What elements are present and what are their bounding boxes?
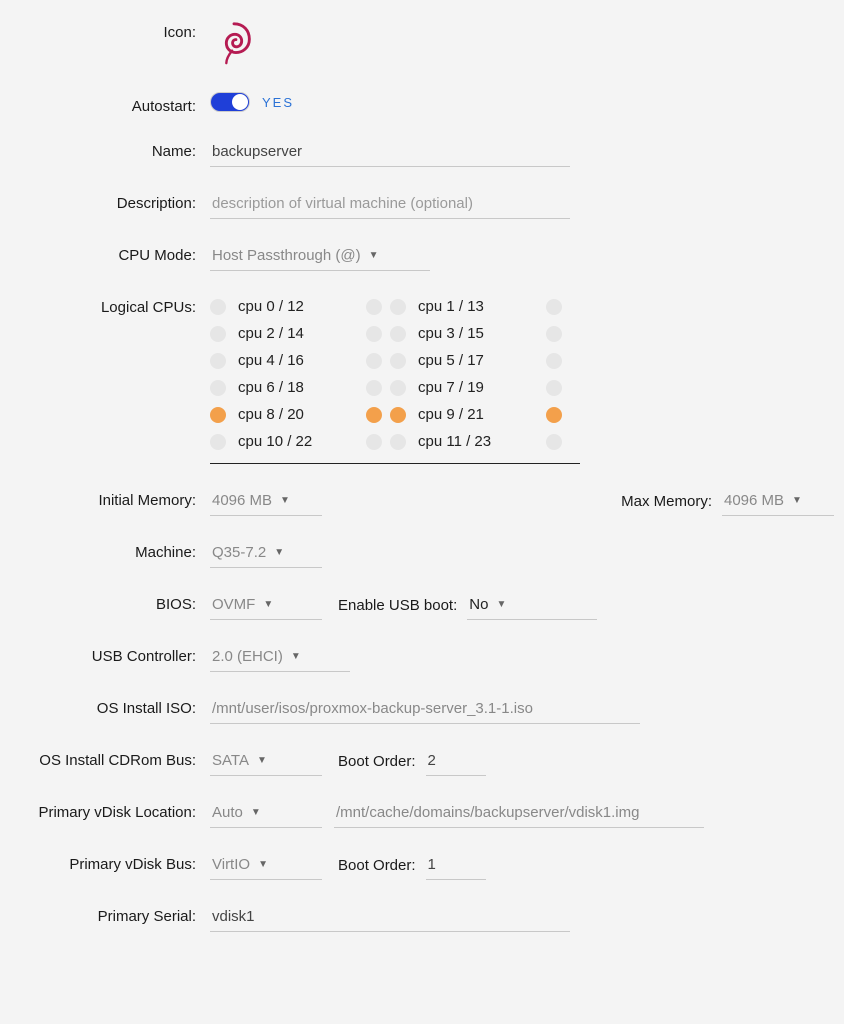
os-install-iso-label: OS Install ISO: (10, 694, 210, 717)
primary-vdisk-path-input[interactable] (334, 798, 704, 828)
debian-swirl-icon[interactable] (210, 18, 258, 70)
cpu-indicator-icon (390, 434, 406, 450)
cpu-toggle[interactable]: cpu 7 / 19 (390, 379, 570, 396)
primary-vdisk-location-select[interactable]: Auto ▼ (210, 798, 322, 828)
usb-controller-select[interactable]: 2.0 (EHCI) ▼ (210, 642, 350, 672)
cpu-indicator-icon (210, 380, 226, 396)
cpu-indicator-icon (546, 407, 562, 423)
enable-usb-boot-select[interactable]: No ▼ (467, 590, 597, 620)
initial-memory-label: Initial Memory: (10, 486, 210, 509)
cdrom-boot-order-label: Boot Order: (338, 753, 416, 770)
cpu-label: cpu 6 / 18 (238, 379, 304, 396)
max-memory-label: Max Memory: (621, 493, 712, 510)
cpu-indicator-icon (210, 299, 226, 315)
primary-vdisk-bus-label: Primary vDisk Bus: (10, 850, 210, 873)
primary-vdisk-location-label: Primary vDisk Location: (10, 798, 210, 821)
cpu-toggle[interactable]: cpu 4 / 16 (210, 352, 390, 369)
cpu-grid: cpu 0 / 12 cpu 1 / 13 cpu 2 / 14 cpu 3 / 15… (210, 293, 580, 464)
cpu-indicator-icon (390, 353, 406, 369)
cpu-toggle[interactable]: cpu 1 / 13 (390, 298, 570, 315)
cpu-label: cpu 11 / 23 (418, 433, 491, 450)
max-memory-select[interactable]: 4096 MB ▼ (722, 486, 834, 516)
primary-serial-input[interactable] (210, 902, 570, 932)
cpu-indicator-icon (210, 407, 226, 423)
logical-cpus-label: Logical CPUs: (10, 293, 210, 316)
name-input[interactable] (210, 137, 570, 167)
cpu-indicator-icon (366, 326, 382, 342)
chevron-down-icon: ▼ (251, 807, 265, 818)
cpu-label: cpu 5 / 17 (418, 352, 484, 369)
cpu-label: cpu 7 / 19 (418, 379, 484, 396)
cpu-indicator-icon (546, 434, 562, 450)
cpu-indicator-icon (366, 299, 382, 315)
cpu-toggle[interactable]: cpu 2 / 14 (210, 325, 390, 342)
cpu-mode-label: CPU Mode: (10, 241, 210, 264)
cpu-indicator-icon (546, 380, 562, 396)
machine-label: Machine: (10, 538, 210, 561)
name-label: Name: (10, 137, 210, 160)
cpu-label: cpu 2 / 14 (238, 325, 304, 342)
enable-usb-boot-label: Enable USB boot: (338, 597, 457, 614)
cpu-indicator-icon (210, 353, 226, 369)
cpu-indicator-icon (390, 326, 406, 342)
cpu-indicator-icon (390, 380, 406, 396)
chevron-down-icon: ▼ (291, 651, 305, 662)
cpu-indicator-icon (390, 407, 406, 423)
vdisk-boot-order-input[interactable] (426, 850, 486, 880)
machine-select[interactable]: Q35-7.2 ▼ (210, 538, 322, 568)
cpu-toggle[interactable]: cpu 9 / 21 (390, 406, 570, 423)
autostart-label: Autostart: (10, 92, 210, 115)
vdisk-boot-order-label: Boot Order: (338, 857, 416, 874)
os-install-cdrom-bus-label: OS Install CDRom Bus: (10, 746, 210, 769)
cpu-toggle[interactable]: cpu 11 / 23 (390, 433, 570, 450)
cpu-indicator-icon (546, 326, 562, 342)
cpu-toggle[interactable]: cpu 3 / 15 (390, 325, 570, 342)
autostart-toggle-text: YES (262, 95, 294, 110)
cpu-indicator-icon (210, 434, 226, 450)
cpu-label: cpu 8 / 20 (238, 406, 304, 423)
cpu-toggle[interactable]: cpu 5 / 17 (390, 352, 570, 369)
primary-vdisk-bus-select[interactable]: VirtIO ▼ (210, 850, 322, 880)
cpu-indicator-icon (210, 326, 226, 342)
cpu-toggle[interactable]: cpu 10 / 22 (210, 433, 390, 450)
chevron-down-icon: ▼ (257, 755, 271, 766)
cpu-mode-select[interactable]: Host Passthrough (@) ▼ (210, 241, 430, 271)
autostart-toggle[interactable] (210, 92, 250, 112)
cpu-indicator-icon (366, 380, 382, 396)
bios-label: BIOS: (10, 590, 210, 613)
cpu-indicator-icon (546, 353, 562, 369)
cpu-indicator-icon (546, 299, 562, 315)
cpu-indicator-icon (366, 407, 382, 423)
cpu-label: cpu 0 / 12 (238, 298, 304, 315)
bios-select[interactable]: OVMF ▼ (210, 590, 322, 620)
chevron-down-icon: ▼ (263, 599, 277, 610)
cpu-indicator-icon (366, 353, 382, 369)
cpu-toggle[interactable]: cpu 8 / 20 (210, 406, 390, 423)
os-install-cdrom-bus-select[interactable]: SATA ▼ (210, 746, 322, 776)
cpu-label: cpu 9 / 21 (418, 406, 484, 423)
cpu-label: cpu 4 / 16 (238, 352, 304, 369)
chevron-down-icon: ▼ (496, 599, 510, 610)
chevron-down-icon: ▼ (369, 250, 383, 261)
cdrom-boot-order-input[interactable] (426, 746, 486, 776)
chevron-down-icon: ▼ (280, 495, 294, 506)
description-input[interactable] (210, 189, 570, 219)
chevron-down-icon: ▼ (792, 495, 806, 506)
primary-serial-label: Primary Serial: (10, 902, 210, 925)
icon-label: Icon: (10, 18, 210, 41)
cpu-label: cpu 10 / 22 (238, 433, 312, 450)
os-install-iso-input[interactable] (210, 694, 640, 724)
usb-controller-label: USB Controller: (10, 642, 210, 665)
description-label: Description: (10, 189, 210, 212)
cpu-label: cpu 3 / 15 (418, 325, 484, 342)
cpu-indicator-icon (366, 434, 382, 450)
initial-memory-select[interactable]: 4096 MB ▼ (210, 486, 322, 516)
chevron-down-icon: ▼ (258, 859, 272, 870)
cpu-label: cpu 1 / 13 (418, 298, 484, 315)
cpu-toggle[interactable]: cpu 0 / 12 (210, 298, 390, 315)
cpu-toggle[interactable]: cpu 6 / 18 (210, 379, 390, 396)
chevron-down-icon: ▼ (274, 547, 288, 558)
cpu-indicator-icon (390, 299, 406, 315)
